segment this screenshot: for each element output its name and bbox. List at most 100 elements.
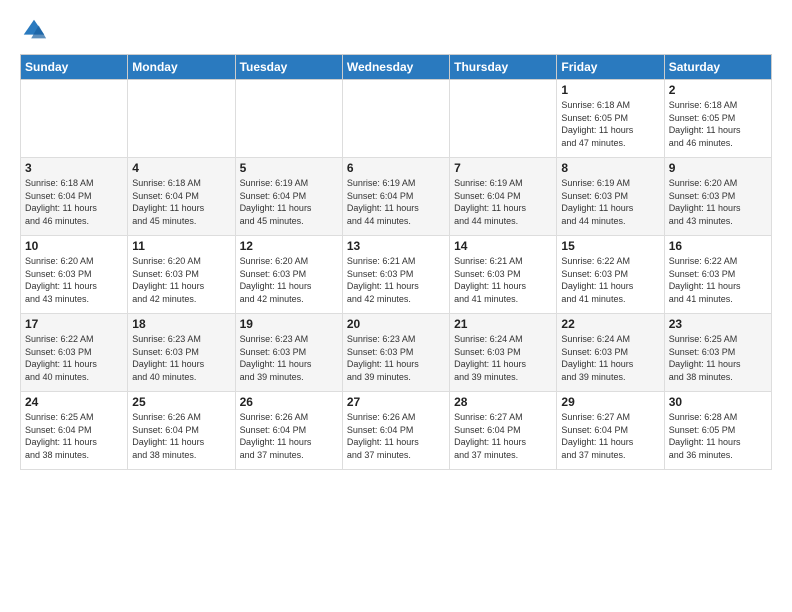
calendar-table: SundayMondayTuesdayWednesdayThursdayFrid… — [20, 54, 772, 470]
day-number: 2 — [669, 83, 767, 97]
calendar-cell: 23 Sunrise: 6:25 AM Sunset: 6:03 PM Dayli… — [664, 314, 771, 392]
calendar-cell: 20Sunrise: 6:23 AM Sunset: 6:03 PM Dayli… — [342, 314, 449, 392]
calendar-cell: 16 Sunrise: 6:22 AM Sunset: 6:03 PM Dayli… — [664, 236, 771, 314]
calendar-cell: 4Sunrise: 6:18 AM Sunset: 6:04 PM Daylig… — [128, 158, 235, 236]
day-info: Sunrise: 6:20 AM Sunset: 6:03 PM Dayligh… — [25, 255, 123, 305]
logo-icon — [20, 16, 48, 44]
day-info: Sunrise: 6:19 AM Sunset: 6:04 PM Dayligh… — [240, 177, 338, 227]
page-header — [20, 16, 772, 44]
day-number: 21 — [454, 317, 552, 331]
calendar-cell — [235, 80, 342, 158]
day-number: 14 — [454, 239, 552, 253]
calendar-cell: 19 Sunrise: 6:23 AM Sunset: 6:03 PM Dayli… — [235, 314, 342, 392]
calendar-week-4: 17Sunrise: 6:22 AM Sunset: 6:03 PM Dayli… — [21, 314, 772, 392]
calendar-cell: 24 Sunrise: 6:25 AM Sunset: 6:04 PM Dayli… — [21, 392, 128, 470]
day-info: Sunrise: 6:24 AM Sunset: 6:03 PM Dayligh… — [561, 333, 659, 383]
day-number: 30 — [669, 395, 767, 409]
calendar-cell — [450, 80, 557, 158]
day-info: Sunrise: 6:24 AM Sunset: 6:03 PM Dayligh… — [454, 333, 552, 383]
day-number: 29 — [561, 395, 659, 409]
day-info: Sunrise: 6:20 AM Sunset: 6:03 PM Dayligh… — [132, 255, 230, 305]
calendar-cell: 12 Sunrise: 6:20 AM Sunset: 6:03 PM Dayli… — [235, 236, 342, 314]
calendar-cell: 7 Sunrise: 6:19 AM Sunset: 6:04 PM Daylig… — [450, 158, 557, 236]
day-info: Sunrise: 6:22 AM Sunset: 6:03 PM Dayligh… — [25, 333, 123, 383]
day-info: Sunrise: 6:23 AM Sunset: 6:03 PM Dayligh… — [132, 333, 230, 383]
calendar-cell: 13 Sunrise: 6:21 AM Sunset: 6:03 PM Dayli… — [342, 236, 449, 314]
day-info: Sunrise: 6:25 AM Sunset: 6:03 PM Dayligh… — [669, 333, 767, 383]
day-number: 20 — [347, 317, 445, 331]
day-info: Sunrise: 6:28 AM Sunset: 6:05 PM Dayligh… — [669, 411, 767, 461]
day-number: 7 — [454, 161, 552, 175]
day-info: Sunrise: 6:27 AM Sunset: 6:04 PM Dayligh… — [454, 411, 552, 461]
day-number: 15 — [561, 239, 659, 253]
day-number: 28 — [454, 395, 552, 409]
calendar-cell: 14 Sunrise: 6:21 AM Sunset: 6:03 PM Dayli… — [450, 236, 557, 314]
day-number: 13 — [347, 239, 445, 253]
day-number: 6 — [347, 161, 445, 175]
calendar-cell: 21 Sunrise: 6:24 AM Sunset: 6:03 PM Dayli… — [450, 314, 557, 392]
calendar-cell: 2 Sunrise: 6:18 AM Sunset: 6:05 PM Daylig… — [664, 80, 771, 158]
day-info: Sunrise: 6:21 AM Sunset: 6:03 PM Dayligh… — [454, 255, 552, 305]
calendar-cell: 27Sunrise: 6:26 AM Sunset: 6:04 PM Dayli… — [342, 392, 449, 470]
day-info: Sunrise: 6:23 AM Sunset: 6:03 PM Dayligh… — [240, 333, 338, 383]
day-number: 27 — [347, 395, 445, 409]
day-info: Sunrise: 6:18 AM Sunset: 6:04 PM Dayligh… — [25, 177, 123, 227]
day-info: Sunrise: 6:25 AM Sunset: 6:04 PM Dayligh… — [25, 411, 123, 461]
day-info: Sunrise: 6:20 AM Sunset: 6:03 PM Dayligh… — [240, 255, 338, 305]
day-info: Sunrise: 6:19 AM Sunset: 6:03 PM Dayligh… — [561, 177, 659, 227]
weekday-header-saturday: Saturday — [664, 55, 771, 80]
calendar-cell: 8 Sunrise: 6:19 AM Sunset: 6:03 PM Daylig… — [557, 158, 664, 236]
day-number: 9 — [669, 161, 767, 175]
day-number: 4 — [132, 161, 230, 175]
logo — [20, 16, 52, 44]
day-info: Sunrise: 6:21 AM Sunset: 6:03 PM Dayligh… — [347, 255, 445, 305]
weekday-header-sunday: Sunday — [21, 55, 128, 80]
day-info: Sunrise: 6:20 AM Sunset: 6:03 PM Dayligh… — [669, 177, 767, 227]
day-number: 10 — [25, 239, 123, 253]
calendar-cell: 18Sunrise: 6:23 AM Sunset: 6:03 PM Dayli… — [128, 314, 235, 392]
calendar-cell: 15 Sunrise: 6:22 AM Sunset: 6:03 PM Dayli… — [557, 236, 664, 314]
calendar-week-5: 24 Sunrise: 6:25 AM Sunset: 6:04 PM Dayli… — [21, 392, 772, 470]
calendar-cell: 6 Sunrise: 6:19 AM Sunset: 6:04 PM Daylig… — [342, 158, 449, 236]
day-number: 3 — [25, 161, 123, 175]
day-info: Sunrise: 6:18 AM Sunset: 6:05 PM Dayligh… — [561, 99, 659, 149]
calendar-cell: 3 Sunrise: 6:18 AM Sunset: 6:04 PM Daylig… — [21, 158, 128, 236]
calendar-cell — [21, 80, 128, 158]
weekday-header-tuesday: Tuesday — [235, 55, 342, 80]
weekday-header-thursday: Thursday — [450, 55, 557, 80]
day-info: Sunrise: 6:19 AM Sunset: 6:04 PM Dayligh… — [454, 177, 552, 227]
day-number: 22 — [561, 317, 659, 331]
day-info: Sunrise: 6:26 AM Sunset: 6:04 PM Dayligh… — [132, 411, 230, 461]
day-number: 24 — [25, 395, 123, 409]
calendar-cell: 30 Sunrise: 6:28 AM Sunset: 6:05 PM Dayli… — [664, 392, 771, 470]
calendar-cell: 22 Sunrise: 6:24 AM Sunset: 6:03 PM Dayli… — [557, 314, 664, 392]
calendar-cell: 29 Sunrise: 6:27 AM Sunset: 6:04 PM Dayli… — [557, 392, 664, 470]
day-number: 25 — [132, 395, 230, 409]
day-info: Sunrise: 6:18 AM Sunset: 6:05 PM Dayligh… — [669, 99, 767, 149]
day-info: Sunrise: 6:27 AM Sunset: 6:04 PM Dayligh… — [561, 411, 659, 461]
day-info: Sunrise: 6:22 AM Sunset: 6:03 PM Dayligh… — [561, 255, 659, 305]
weekday-header-row: SundayMondayTuesdayWednesdayThursdayFrid… — [21, 55, 772, 80]
weekday-header-wednesday: Wednesday — [342, 55, 449, 80]
day-number: 16 — [669, 239, 767, 253]
calendar-cell: 5Sunrise: 6:19 AM Sunset: 6:04 PM Daylig… — [235, 158, 342, 236]
calendar-week-1: 1 Sunrise: 6:18 AM Sunset: 6:05 PM Daylig… — [21, 80, 772, 158]
day-info: Sunrise: 6:22 AM Sunset: 6:03 PM Dayligh… — [669, 255, 767, 305]
calendar-cell: 17Sunrise: 6:22 AM Sunset: 6:03 PM Dayli… — [21, 314, 128, 392]
day-number: 19 — [240, 317, 338, 331]
calendar-week-3: 10 Sunrise: 6:20 AM Sunset: 6:03 PM Dayli… — [21, 236, 772, 314]
day-number: 8 — [561, 161, 659, 175]
calendar-cell — [128, 80, 235, 158]
weekday-header-monday: Monday — [128, 55, 235, 80]
weekday-header-friday: Friday — [557, 55, 664, 80]
calendar-cell: 11 Sunrise: 6:20 AM Sunset: 6:03 PM Dayli… — [128, 236, 235, 314]
day-info: Sunrise: 6:19 AM Sunset: 6:04 PM Dayligh… — [347, 177, 445, 227]
calendar-cell: 10 Sunrise: 6:20 AM Sunset: 6:03 PM Dayli… — [21, 236, 128, 314]
day-number: 23 — [669, 317, 767, 331]
day-info: Sunrise: 6:26 AM Sunset: 6:04 PM Dayligh… — [240, 411, 338, 461]
calendar-cell — [342, 80, 449, 158]
day-number: 12 — [240, 239, 338, 253]
day-number: 11 — [132, 239, 230, 253]
day-number: 1 — [561, 83, 659, 97]
calendar-cell: 25 Sunrise: 6:26 AM Sunset: 6:04 PM Dayli… — [128, 392, 235, 470]
